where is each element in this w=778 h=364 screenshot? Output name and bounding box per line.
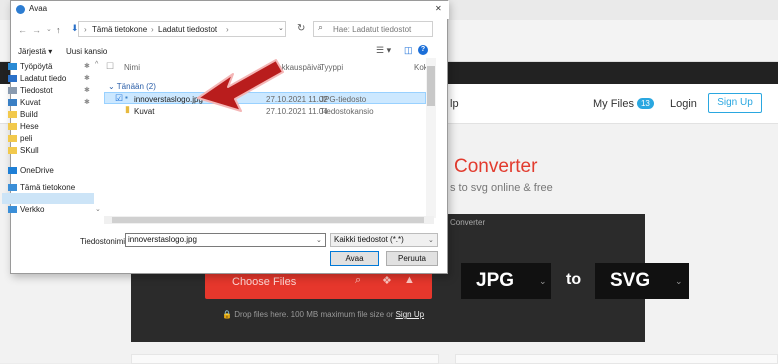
annotation-arrow xyxy=(197,59,284,112)
arrow-shape xyxy=(197,59,284,112)
